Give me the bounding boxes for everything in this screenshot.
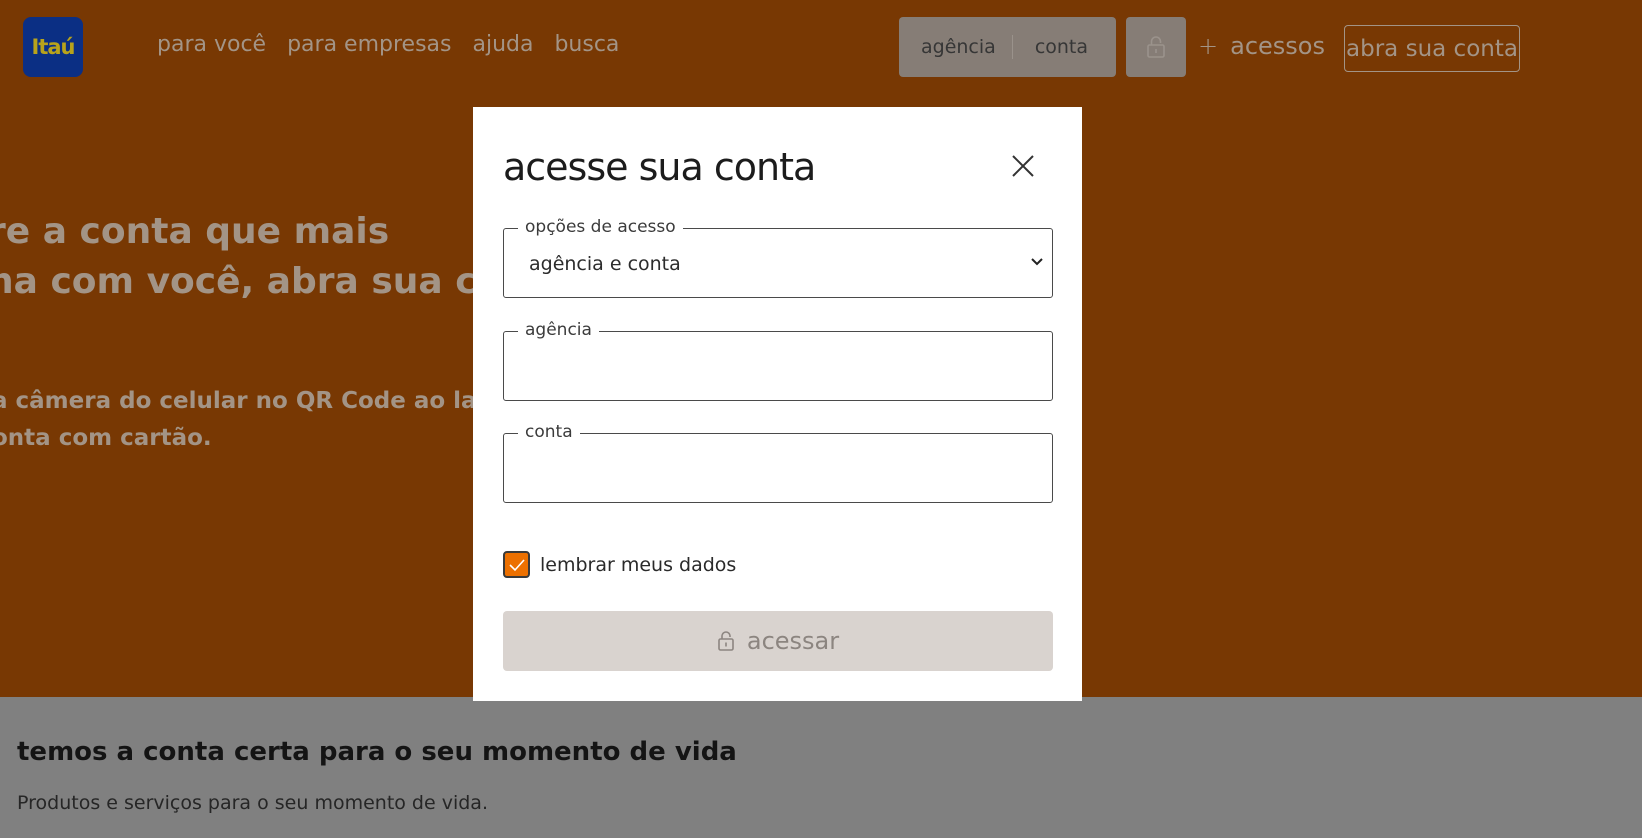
nav-busca[interactable]: busca [554,32,619,57]
checkmark-icon [508,558,525,571]
more-access-label: acessos [1230,32,1325,60]
chevron-down-icon [1031,258,1043,266]
access-submit-button[interactable]: acessar [503,611,1053,671]
close-button[interactable] [1008,151,1038,181]
header-agency-field[interactable]: agência [921,36,996,58]
divider [1011,35,1013,59]
itau-logo[interactable]: Itaú [23,17,83,77]
account-input[interactable] [505,448,1051,500]
section-subtitle: Produtos e serviços para o seu momento d… [17,792,488,814]
nav-para-empresas[interactable]: para empresas [287,32,451,57]
modal-title: acesse sua conta [503,145,816,189]
submit-label: acessar [746,627,840,655]
nav-para-voce[interactable]: para você [157,32,266,57]
remember-label: lembrar meus dados [540,553,737,576]
more-access-link[interactable]: + acessos [1198,32,1325,60]
close-icon [1012,155,1034,177]
main-nav: para você para empresas ajuda busca [157,32,619,57]
remember-data-toggle[interactable]: lembrar meus dados [503,551,736,578]
hero-text-line: onta com cartão. [0,425,212,451]
agency-label: agência [518,320,599,340]
account-label: conta [518,422,580,442]
agency-input[interactable] [505,346,1051,398]
lock-icon [718,631,734,651]
header-account-field[interactable]: conta [1035,36,1088,58]
header-login-bar[interactable]: agência conta [899,17,1116,77]
login-modal: acesse sua conta opções de acesso agênci… [473,107,1082,701]
section-title: temos a conta certa para o seu momento d… [17,737,737,767]
remember-checkbox[interactable] [503,551,530,578]
hero-text: a câmera do celular no QR Code ao lado e… [0,383,532,457]
logo-text: Itaú [31,35,76,59]
header-lock-button[interactable] [1126,17,1186,77]
lock-icon [1147,36,1165,58]
plus-icon: + [1198,32,1219,60]
products-section [0,697,1642,838]
open-account-button[interactable]: abra sua conta [1344,25,1520,72]
access-options-select[interactable]: opções de acesso agência e conta [503,217,1053,298]
hero-text-line: a câmera do celular no QR Code ao lado e [0,388,533,414]
agency-field: agência [503,320,1053,401]
nav-ajuda[interactable]: ajuda [472,32,533,57]
access-options-label: opções de acesso [518,217,683,237]
account-field: conta [503,422,1053,503]
access-options-value: agência e conta [529,253,681,275]
